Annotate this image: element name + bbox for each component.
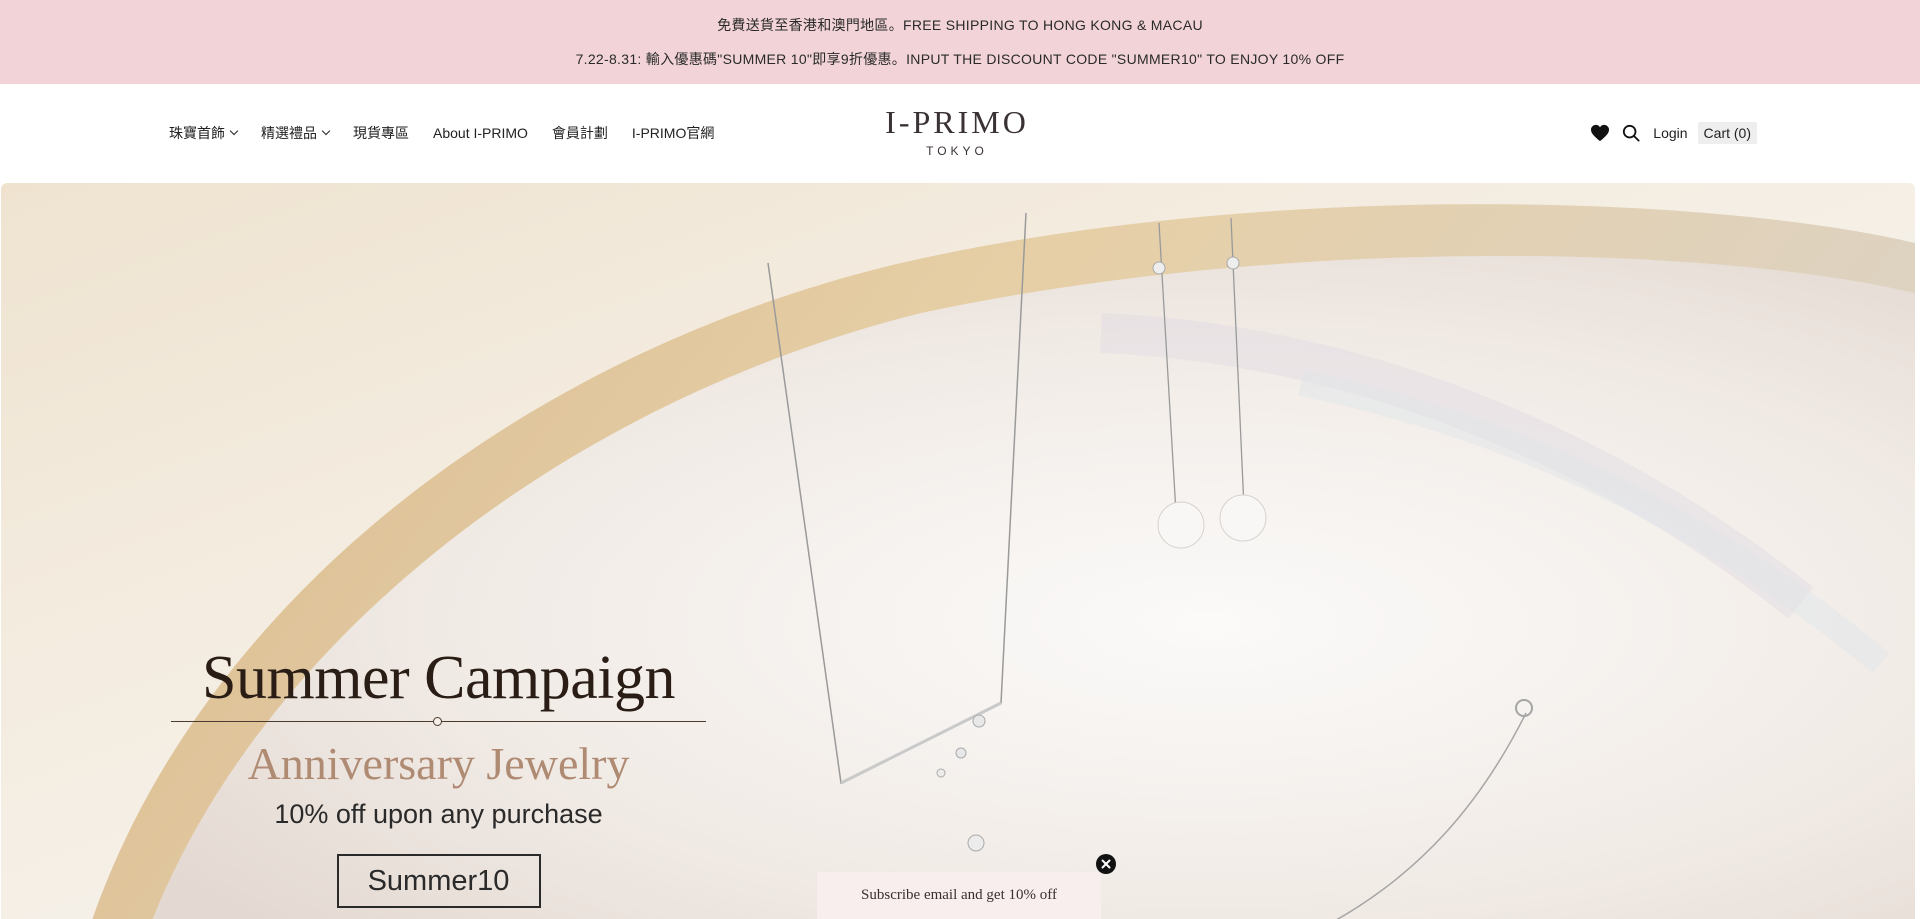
divider-ornament	[433, 717, 442, 726]
chevron-down-icon	[321, 126, 331, 136]
cart-button[interactable]: Cart (0)	[1697, 122, 1757, 144]
logo-wordmark: I-PRIMO	[885, 104, 1029, 140]
announcement-bar: 免費送貨至香港和澳門地區。FREE SHIPPING TO HONG KONG …	[0, 0, 1920, 84]
nav-item-gifts[interactable]: 精選禮品	[261, 123, 331, 143]
campaign-title: Summer Campaign	[202, 644, 675, 712]
nav-item-label: 精選禮品	[261, 125, 317, 141]
nav-item-membership[interactable]: 會員計劃	[552, 123, 608, 143]
chevron-down-icon	[229, 126, 239, 136]
main-nav: 珠寶首飾 精選禮品 現貨專區 About I-PRIMO 會員計劃 I-PRIM…	[169, 84, 738, 182]
site-header: 珠寶首飾 精選禮品 現貨專區 About I-PRIMO 會員計劃 I-PRIM…	[0, 84, 1920, 182]
heart-icon[interactable]	[1590, 124, 1610, 142]
nav-item-label: 現貨專區	[353, 125, 409, 141]
brand-logo[interactable]: I-PRIMO TOKYO	[866, 104, 1048, 164]
nav-item-label: 會員計劃	[551, 125, 608, 141]
nav-item-label: About I-PRIMO	[433, 125, 528, 141]
hero-banner[interactable]: Summer Campaign Anniversary Jewelry 10% …	[1, 183, 1915, 919]
nav-item-in-stock[interactable]: 現貨專區	[353, 123, 409, 143]
nav-item-label: 珠寶首飾	[169, 125, 225, 141]
close-icon[interactable]	[1096, 854, 1116, 874]
campaign-subtitle: Anniversary Jewelry	[247, 738, 630, 789]
nav-item-jewelry[interactable]: 珠寶首飾	[169, 123, 239, 143]
logo-subtitle: TOKYO	[926, 144, 988, 158]
campaign-offer: 10% off upon any purchase	[274, 799, 603, 829]
subscribe-popup[interactable]: Subscribe email and get 10% off	[817, 872, 1101, 919]
nav-item-label: I-PRIMO官網	[631, 125, 715, 141]
subscribe-text: Subscribe email and get 10% off	[861, 887, 1057, 903]
header-actions: Login Cart (0)	[1590, 84, 1757, 182]
search-icon[interactable]	[1622, 124, 1640, 142]
login-link[interactable]: Login	[1653, 125, 1687, 141]
nav-item-about[interactable]: About I-PRIMO	[433, 125, 528, 141]
campaign-block: Summer Campaign Anniversary Jewelry 10% …	[171, 643, 706, 908]
announcement-line-discount: 7.22-8.31: 輸入優惠碼"SUMMER 10"即享9折優惠。INPUT …	[575, 51, 1345, 67]
discount-code-box: Summer10	[336, 854, 541, 908]
nav-item-official-site[interactable]: I-PRIMO官網	[632, 123, 714, 143]
announcement-line-shipping: 免費送貨至香港和澳門地區。FREE SHIPPING TO HONG KONG …	[717, 17, 1203, 33]
campaign-divider	[171, 715, 706, 729]
